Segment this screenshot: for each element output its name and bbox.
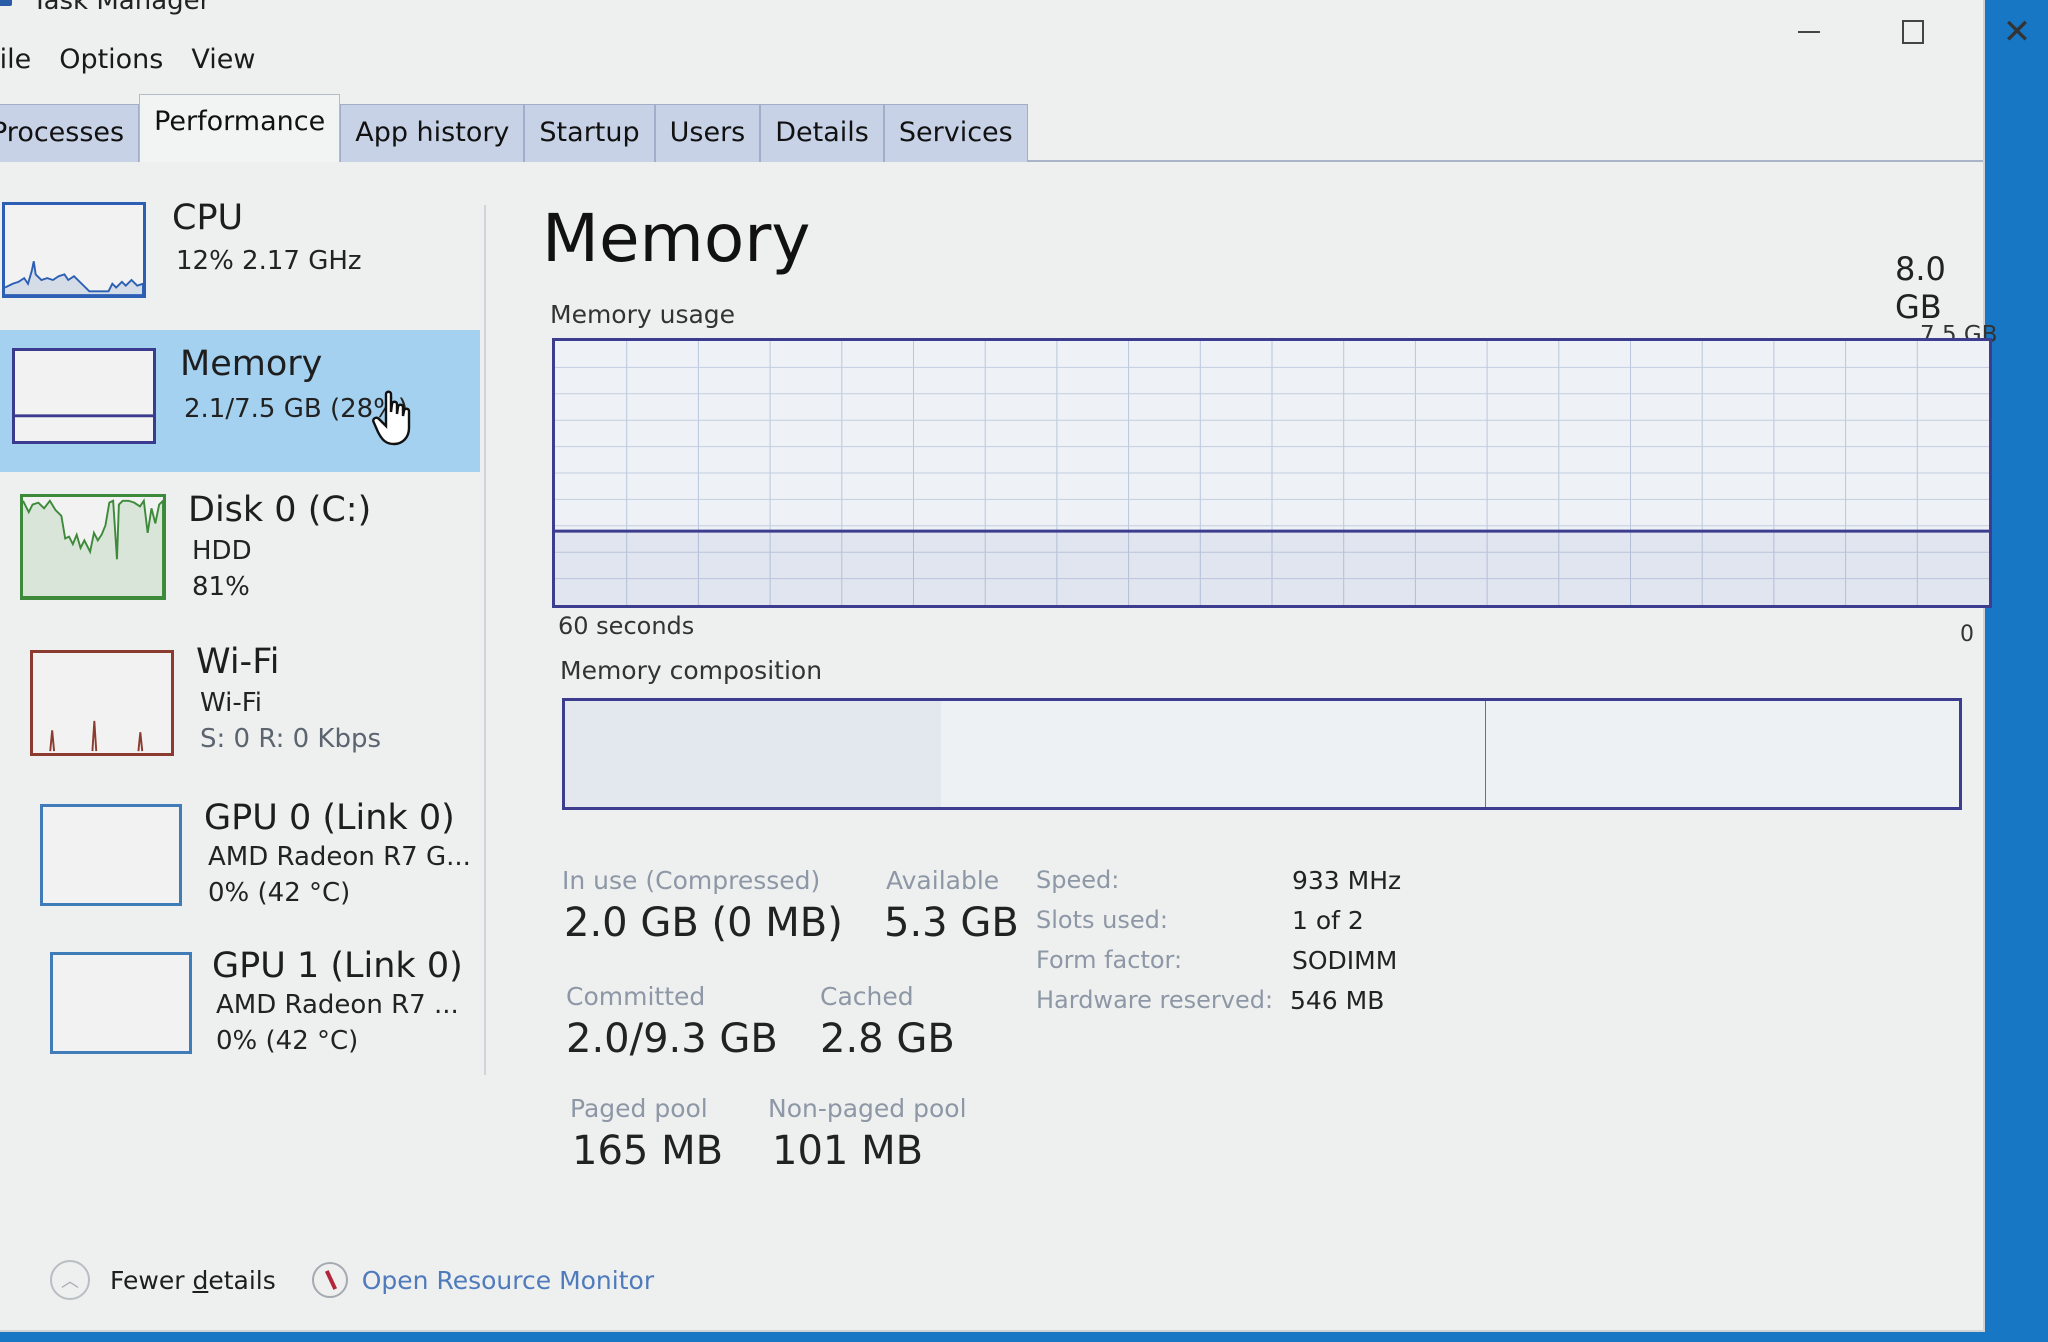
tab-users[interactable]: Users bbox=[654, 104, 761, 162]
task-manager-app-icon bbox=[0, 0, 12, 6]
total-memory: 8.0 GB bbox=[1895, 250, 1946, 326]
maximize-icon bbox=[1902, 20, 1924, 44]
menu-bar: File Options View bbox=[0, 40, 269, 80]
non-paged-pool-label: Non-paged pool bbox=[768, 1094, 967, 1123]
gpu-1-title: GPU 1 (Link 0) bbox=[212, 946, 463, 986]
menu-view[interactable]: View bbox=[177, 40, 269, 80]
available-value: 5.3 GB bbox=[884, 900, 1019, 946]
sidebar-divider bbox=[484, 205, 486, 1075]
sidebar-item-wifi[interactable]: Wi-Fi Wi-Fi S: 0 R: 0 Kbps bbox=[0, 640, 480, 780]
gpu-1-model: AMD Radeon R7 ... bbox=[216, 990, 459, 1020]
disk-title: Disk 0 (C:) bbox=[188, 490, 372, 530]
spec-hw-reserved-value: 546 MB bbox=[1290, 986, 1385, 1015]
hand-cursor-icon bbox=[372, 390, 411, 446]
spec-form-factor-label: Form factor: bbox=[1036, 946, 1183, 974]
minimize-icon bbox=[1798, 31, 1820, 33]
open-resource-monitor-link[interactable]: Open Resource Monitor bbox=[362, 1266, 654, 1295]
memory-thumbnail-graph bbox=[12, 348, 156, 444]
sidebar-item-disk-0[interactable]: Disk 0 (C:) HDD 81% bbox=[0, 480, 480, 620]
composition-standby-divider bbox=[1485, 701, 1487, 807]
memory-usage-graph bbox=[552, 338, 1992, 608]
spec-speed-label: Speed: bbox=[1036, 866, 1120, 894]
window-title: Task Manager bbox=[32, 0, 211, 16]
close-icon: ✕ bbox=[2002, 12, 2032, 52]
fewer-details-accel: d bbox=[192, 1265, 209, 1295]
title-bar: Task Manager ✕ bbox=[0, 0, 2031, 49]
fewer-details-button[interactable]: Fewer details bbox=[110, 1266, 276, 1295]
task-manager-window: Task Manager ✕ File Options View Process… bbox=[0, 0, 2031, 1332]
cpu-usage-text: 12% 2.17 GHz bbox=[176, 246, 362, 276]
wifi-title: Wi-Fi bbox=[196, 642, 280, 682]
wifi-throughput: S: 0 R: 0 Kbps bbox=[200, 724, 382, 754]
memory-composition-label: Memory composition bbox=[560, 656, 823, 685]
cpu-title: CPU bbox=[172, 198, 244, 238]
wifi-adapter: Wi-Fi bbox=[200, 688, 263, 718]
disk-type: HDD bbox=[192, 536, 252, 566]
tab-strip: Processes Performance App history Startu… bbox=[0, 92, 1983, 162]
spec-slots-label: Slots used: bbox=[1036, 906, 1168, 934]
cpu-thumbnail-graph bbox=[2, 202, 146, 298]
memory-usage-label: Memory usage bbox=[550, 300, 736, 329]
paged-pool-value: 165 MB bbox=[572, 1128, 724, 1174]
composition-in-use-segment bbox=[565, 701, 942, 807]
chevron-up-icon[interactable]: ︿ bbox=[50, 1260, 90, 1300]
tab-startup[interactable]: Startup bbox=[524, 104, 655, 162]
sidebar-item-gpu-0[interactable]: GPU 0 (Link 0) AMD Radeon R7 G... 0% (42… bbox=[0, 790, 480, 930]
available-label: Available bbox=[886, 866, 1000, 895]
tab-performance[interactable]: Performance bbox=[139, 94, 341, 162]
cached-label: Cached bbox=[820, 982, 914, 1011]
footer: ︿ Fewer details Open Resource Monitor bbox=[50, 1258, 654, 1302]
maximize-button[interactable] bbox=[1886, 10, 1940, 54]
gpu-0-usage: 0% (42 °C) bbox=[208, 878, 351, 908]
tab-details[interactable]: Details bbox=[760, 104, 884, 162]
sidebar-item-cpu[interactable]: CPU 12% 2.17 GHz bbox=[0, 190, 480, 310]
close-button[interactable]: ✕ bbox=[1990, 10, 2044, 54]
committed-value: 2.0/9.3 GB bbox=[566, 1016, 778, 1062]
gpu-0-title: GPU 0 (Link 0) bbox=[204, 798, 455, 838]
menu-file[interactable]: File bbox=[0, 40, 45, 80]
disk-thumbnail-graph bbox=[20, 494, 166, 600]
in-use-label: In use (Compressed) bbox=[562, 866, 821, 895]
page-title: Memory bbox=[542, 200, 811, 277]
tab-services[interactable]: Services bbox=[883, 104, 1028, 162]
fewer-details-text-pre: Fewer bbox=[110, 1265, 193, 1295]
spec-hw-reserved-label: Hardware reserved: bbox=[1036, 986, 1274, 1014]
resource-monitor-icon bbox=[311, 1262, 348, 1298]
tab-processes[interactable]: Processes bbox=[0, 104, 140, 162]
gpu-1-usage: 0% (42 °C) bbox=[216, 1026, 359, 1056]
paged-pool-label: Paged pool bbox=[570, 1094, 708, 1123]
minimize-button[interactable] bbox=[1782, 10, 1836, 54]
graph-time-span: 60 seconds bbox=[558, 612, 695, 640]
wifi-thumbnail-graph bbox=[30, 650, 174, 756]
cached-value: 2.8 GB bbox=[820, 1016, 955, 1062]
gpu-1-thumbnail-graph bbox=[50, 952, 192, 1054]
gpu-0-thumbnail-graph bbox=[40, 804, 182, 906]
memory-title: Memory bbox=[180, 344, 323, 384]
menu-options[interactable]: Options bbox=[45, 40, 177, 80]
non-paged-pool-value: 101 MB bbox=[772, 1128, 924, 1174]
spec-slots-value: 1 of 2 bbox=[1292, 906, 1364, 935]
sidebar-item-gpu-1[interactable]: GPU 1 (Link 0) AMD Radeon R7 ... 0% (42 … bbox=[0, 940, 480, 1080]
spec-form-factor-value: SODIMM bbox=[1292, 946, 1398, 975]
disk-usage: 81% bbox=[192, 572, 250, 602]
gpu-0-model: AMD Radeon R7 G... bbox=[208, 842, 471, 872]
in-use-value: 2.0 GB (0 MB) bbox=[564, 900, 843, 946]
fewer-details-text-post: etails bbox=[208, 1265, 276, 1295]
spec-speed-value: 933 MHz bbox=[1292, 866, 1402, 895]
memory-usage-area bbox=[555, 531, 1989, 605]
graph-zero-label: 0 bbox=[1960, 622, 1974, 647]
memory-composition-bar bbox=[562, 698, 1962, 810]
tab-app-history[interactable]: App history bbox=[340, 104, 525, 162]
committed-label: Committed bbox=[566, 982, 706, 1011]
memory-detail-panel: Memory 8.0 GB Memory usage 7.5 GB 60 sec… bbox=[540, 190, 2000, 1240]
